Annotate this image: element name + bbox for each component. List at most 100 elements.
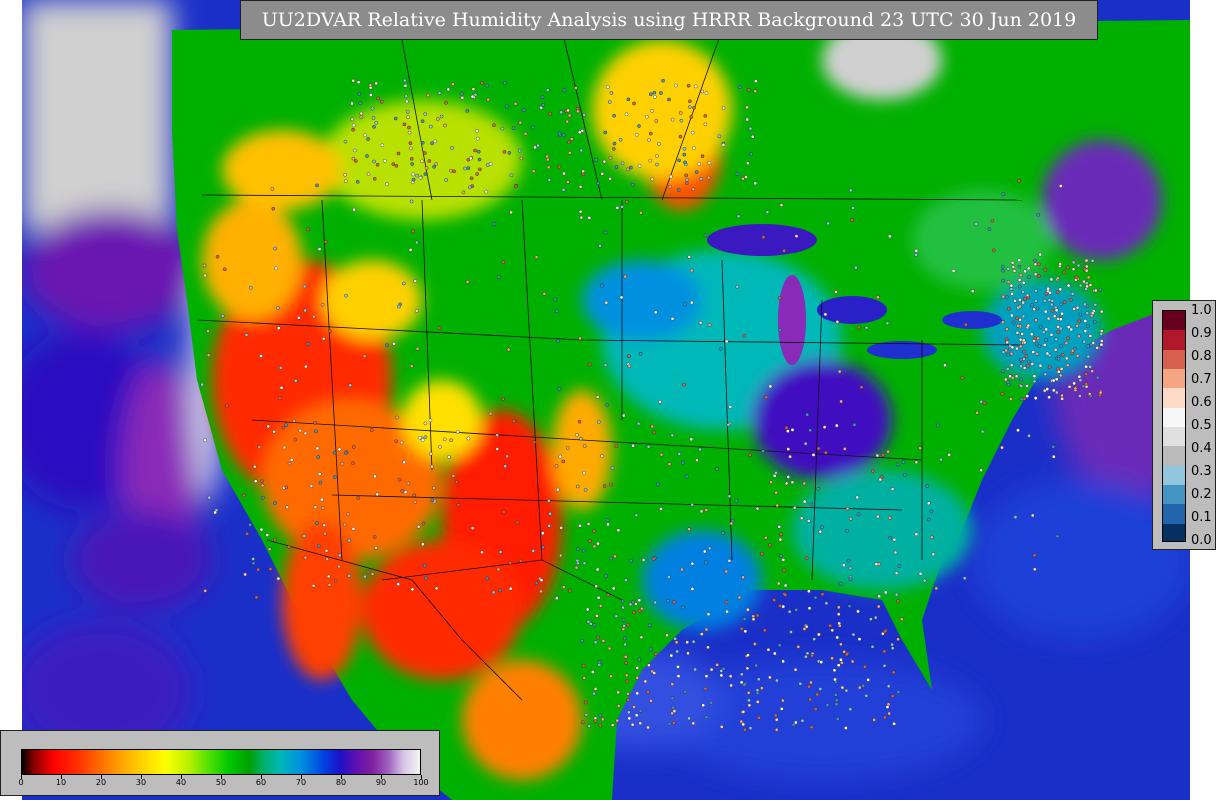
- station-dot: [498, 550, 503, 554]
- station-dot: [704, 560, 708, 565]
- station-dot: [1021, 290, 1025, 294]
- station-dot: [605, 518, 610, 523]
- station-dot: [272, 429, 276, 434]
- station-dot: [393, 116, 398, 121]
- station-dot: [486, 97, 491, 102]
- station-dot: [569, 137, 574, 141]
- station-dot: [391, 162, 396, 166]
- station-dot: [772, 474, 777, 478]
- station-dot: [753, 89, 758, 93]
- station-dot: [627, 354, 631, 359]
- station-dot: [1043, 309, 1048, 314]
- station-dot: [778, 328, 782, 332]
- legend-swatch: [1163, 484, 1185, 505]
- station-dot: [1016, 428, 1020, 433]
- station-dot: [370, 106, 375, 111]
- station-dot: [1086, 354, 1091, 359]
- station-dot: [1057, 370, 1061, 374]
- station-dot: [566, 446, 570, 450]
- station-dot: [701, 703, 706, 708]
- station-dot: [468, 156, 473, 161]
- legend-swatch: [1163, 446, 1185, 466]
- station-dot: [586, 620, 591, 624]
- station-dot: [271, 206, 276, 211]
- station-dot: [343, 451, 348, 455]
- station-dot: [1070, 292, 1075, 296]
- station-dot: [1058, 262, 1062, 266]
- station-dot: [939, 457, 943, 462]
- station-dot: [567, 140, 571, 145]
- station-dot: [582, 444, 587, 448]
- station-dot: [382, 158, 387, 163]
- station-dot: [371, 116, 376, 120]
- station-dot: [469, 176, 474, 181]
- station-dot: [611, 586, 616, 591]
- station-dot: [721, 106, 726, 110]
- station-dot: [741, 177, 745, 181]
- station-dot: [1088, 283, 1093, 287]
- station-dot: [794, 234, 799, 238]
- station-dot: [1043, 298, 1047, 303]
- station-dot: [600, 172, 605, 176]
- station-dot: [1033, 262, 1038, 267]
- station-dot: [582, 676, 587, 680]
- station-dot: [276, 326, 281, 330]
- station-dot: [709, 667, 714, 672]
- station-dot: [1074, 275, 1079, 280]
- station-dot: [678, 111, 683, 115]
- station-dot: [536, 143, 540, 148]
- station-dot: [455, 430, 460, 434]
- station-dot: [405, 110, 410, 114]
- station-dot: [721, 142, 726, 147]
- station-dot: [260, 483, 265, 488]
- station-dot: [504, 104, 509, 109]
- station-dot: [719, 673, 724, 678]
- station-dot: [478, 167, 482, 172]
- station-dot: [220, 314, 225, 318]
- station-dot: [647, 623, 652, 628]
- station-dot: [1038, 324, 1043, 329]
- station-dot: [1009, 397, 1013, 401]
- station-dot: [835, 423, 839, 428]
- station-dot: [741, 575, 745, 580]
- station-dot: [523, 131, 528, 136]
- station-dot: [620, 205, 624, 209]
- station-dot: [1010, 292, 1014, 296]
- station-dot: [737, 85, 742, 89]
- station-dot: [686, 83, 691, 88]
- station-dot: [410, 162, 415, 166]
- station-dot: [580, 720, 585, 725]
- station-dot: [287, 461, 292, 466]
- station-dot: [739, 680, 744, 685]
- station-dot: [293, 437, 298, 442]
- station-dot: [775, 503, 780, 508]
- station-dot: [830, 628, 835, 633]
- station-dot: [669, 653, 674, 658]
- station-dot: [575, 433, 579, 437]
- station-dot: [213, 510, 217, 515]
- station-dot: [690, 587, 695, 591]
- station-dot: [813, 707, 818, 711]
- station-dot: [674, 83, 678, 88]
- colorbar-tick-label: 50: [215, 778, 227, 787]
- station-dot: [667, 97, 671, 102]
- station-dot: [682, 152, 687, 157]
- station-dot: [593, 687, 598, 691]
- station-dot: [593, 719, 598, 724]
- station-dot: [612, 141, 617, 146]
- legend-swatch: [1163, 407, 1185, 427]
- station-dot: [475, 172, 479, 176]
- station-dot: [751, 617, 756, 622]
- station-dot: [728, 674, 733, 679]
- station-dot: [650, 424, 655, 429]
- station-dot: [1085, 311, 1090, 315]
- station-dot: [1026, 295, 1031, 300]
- station-dot: [505, 454, 509, 459]
- station-dot: [833, 677, 837, 682]
- station-dot: [534, 255, 539, 260]
- legend-swatch: [1163, 465, 1185, 485]
- station-dot: [1086, 344, 1090, 348]
- station-dot: [876, 295, 880, 300]
- station-dot: [746, 607, 750, 612]
- station-dot: [1044, 327, 1048, 332]
